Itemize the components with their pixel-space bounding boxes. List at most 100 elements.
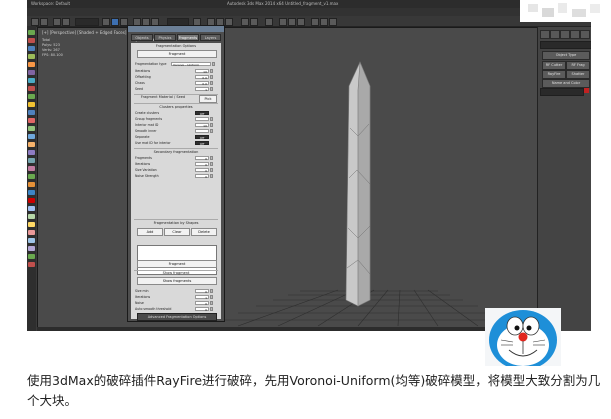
material-editor-icon[interactable] (297, 18, 305, 26)
tool-icon[interactable] (28, 54, 35, 59)
pick-seed-button[interactable]: Pick (199, 95, 217, 103)
unlink-icon[interactable] (62, 18, 70, 26)
param-value[interactable]: 10 (195, 123, 209, 128)
param-value[interactable]: 0 (195, 162, 209, 167)
percent-snap-icon[interactable] (225, 18, 233, 26)
tool-icon[interactable] (28, 102, 35, 107)
select-icon[interactable] (102, 18, 110, 26)
param-value[interactable]: 1 (195, 295, 209, 300)
link-icon[interactable] (53, 18, 61, 26)
tool-icon[interactable] (28, 110, 35, 115)
motion-tab-icon[interactable] (570, 30, 580, 39)
delete-shape-button[interactable]: Delete (191, 228, 217, 236)
spinner-icon[interactable] (210, 295, 213, 299)
tool-icon[interactable] (28, 166, 35, 171)
spinner-icon[interactable] (210, 168, 213, 172)
tool-icon[interactable] (28, 158, 35, 163)
param-value[interactable]: 0 (195, 301, 209, 306)
tool-icon[interactable] (28, 238, 35, 243)
spinner-icon[interactable] (210, 87, 213, 91)
hierarchy-tab-icon[interactable] (560, 30, 570, 39)
advanced-options-rollout[interactable]: Advanced Fragmentation Options (137, 313, 217, 321)
chevron-down-icon[interactable] (212, 62, 215, 66)
selection-filter-dropdown[interactable] (75, 18, 99, 26)
param-value[interactable]: 0 (195, 168, 209, 173)
create-tab-icon[interactable] (540, 30, 550, 39)
spinner-icon[interactable] (210, 117, 213, 121)
tool-icon[interactable] (28, 262, 35, 267)
render-icon[interactable] (329, 18, 337, 26)
obelisk-model[interactable] (345, 61, 371, 307)
render-frame-icon[interactable] (320, 18, 328, 26)
tool-icon[interactable] (28, 230, 35, 235)
perspective-viewport[interactable]: [+] [Perspective] [Shaded + Edged Faces]… (37, 27, 539, 329)
tab-objects[interactable]: Objects (131, 34, 153, 41)
toggle-value[interactable]: Off (195, 141, 209, 146)
param-value[interactable]: 10 (195, 69, 209, 74)
param-value[interactable]: 1 (195, 87, 209, 92)
object-name-field[interactable] (540, 88, 584, 96)
tool-icon[interactable] (28, 214, 35, 219)
tool-icon[interactable] (28, 254, 35, 259)
spinner-icon[interactable] (210, 156, 213, 160)
tool-icon[interactable] (28, 94, 35, 99)
time-slider[interactable] (37, 327, 537, 331)
tab-fragments[interactable]: Fragments (177, 34, 199, 41)
toggle-value[interactable]: Off (195, 135, 209, 140)
tool-icon[interactable] (28, 62, 35, 67)
layer-icon[interactable] (265, 18, 273, 26)
show-fragments-button[interactable]: Show fragments (137, 277, 217, 285)
param-value[interactable]: 0 (195, 174, 209, 179)
tool-icon[interactable] (28, 174, 35, 179)
modify-tab-icon[interactable] (550, 30, 560, 39)
param-value[interactable] (195, 129, 209, 133)
spinner-icon[interactable] (210, 129, 213, 133)
tool-icon[interactable] (28, 142, 35, 147)
rayfire-button[interactable]: RayFire (542, 70, 566, 79)
toggle-value[interactable]: Off (195, 111, 209, 116)
spinner-icon[interactable] (210, 75, 213, 79)
render-setup-icon[interactable] (311, 18, 319, 26)
tool-icon[interactable] (28, 70, 35, 75)
tool-icon[interactable] (28, 46, 35, 51)
schematic-icon[interactable] (288, 18, 296, 26)
spinner-icon[interactable] (210, 162, 213, 166)
tool-icon[interactable] (28, 126, 35, 131)
add-shape-button[interactable]: Add (137, 228, 163, 236)
param-value[interactable]: 0 (195, 307, 209, 312)
tool-icon[interactable] (28, 134, 35, 139)
fragmentation-type-select[interactable]: Voronoi - Uniform (171, 62, 211, 67)
fragment-button-mid[interactable]: Fragment (137, 260, 217, 268)
tool-icon[interactable] (28, 78, 35, 83)
fragment-button-top[interactable]: Fragment (137, 50, 217, 58)
tool-icon[interactable] (28, 222, 35, 227)
tool-icon[interactable] (28, 182, 35, 187)
tool-icon[interactable] (28, 86, 35, 91)
rf-frag-button[interactable]: RF Frag (566, 61, 590, 70)
spinner-icon[interactable] (210, 69, 213, 73)
mirror-icon[interactable] (241, 18, 249, 26)
param-value[interactable] (195, 117, 209, 121)
param-value[interactable]: 0.0 (195, 75, 209, 80)
spinner-icon[interactable] (210, 301, 213, 305)
tab-layers[interactable]: Layers (200, 34, 221, 41)
tab-physics[interactable]: Physics (154, 34, 176, 41)
select-by-name-icon[interactable] (111, 18, 119, 26)
spinner-icon[interactable] (210, 307, 213, 311)
spinner-icon[interactable] (210, 81, 213, 85)
rf-cutter-button[interactable]: RF Cutter (542, 61, 566, 70)
param-value[interactable]: 0 (195, 156, 209, 161)
tool-icon[interactable] (28, 30, 35, 35)
tool-icon[interactable] (28, 150, 35, 155)
tool-icon[interactable] (28, 38, 35, 43)
param-value[interactable]: 0.0 (195, 81, 209, 86)
tool-icon[interactable] (28, 118, 35, 123)
spinner-icon[interactable] (210, 289, 213, 293)
spinner-icon[interactable] (210, 174, 213, 178)
dialog-title-bar[interactable]: RayFire Shatter v1.0 (128, 26, 224, 42)
tool-icon[interactable] (28, 246, 35, 251)
param-value[interactable]: 0 (195, 289, 209, 294)
shatter-button[interactable]: Shatter (566, 70, 590, 79)
display-tab-icon[interactable] (580, 30, 590, 39)
spinner-icon[interactable] (210, 123, 213, 127)
